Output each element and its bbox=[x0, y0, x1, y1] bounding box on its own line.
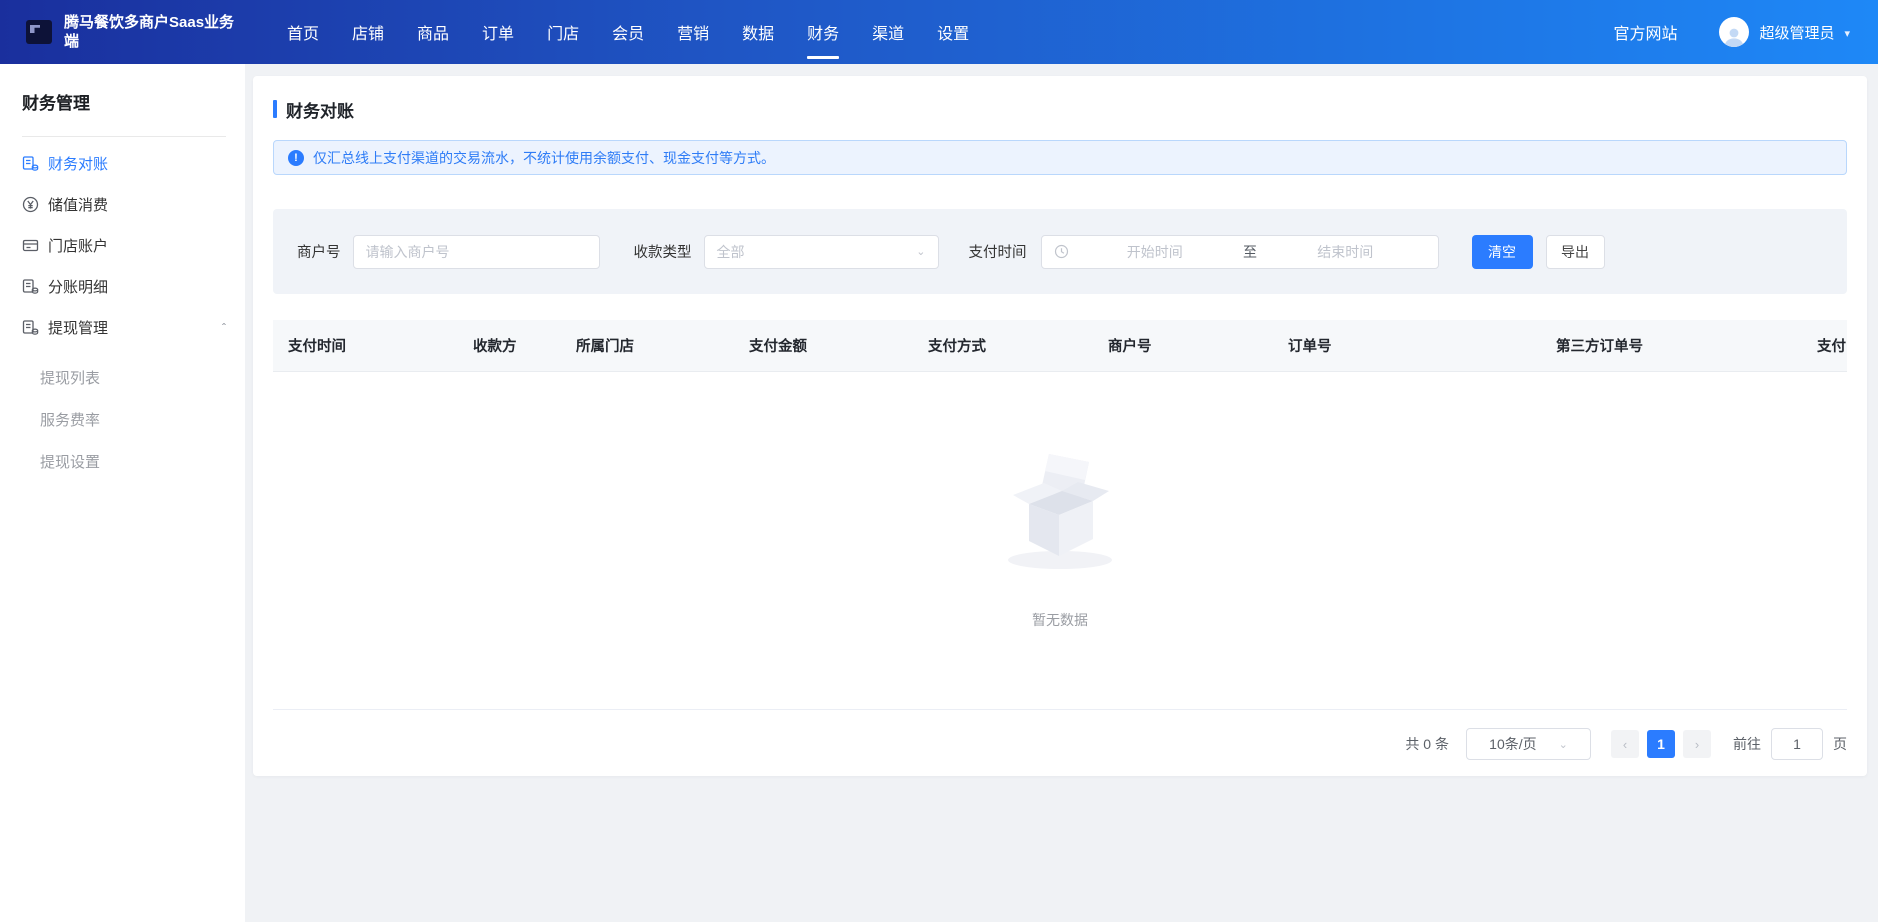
nav-finance[interactable]: 财务 bbox=[807, 0, 839, 64]
nav-settings[interactable]: 设置 bbox=[937, 0, 969, 64]
nav-members[interactable]: 会员 bbox=[612, 0, 644, 64]
clear-button[interactable]: 清空 bbox=[1472, 235, 1533, 269]
sidebar-item-store-account[interactable]: 门店账户 bbox=[22, 225, 245, 266]
sidebar-item-reconciliation[interactable]: 财务对账 bbox=[22, 143, 245, 184]
sidebar-title: 财务管理 bbox=[22, 64, 245, 136]
user-avatar bbox=[1719, 17, 1749, 47]
sidebar-item-label: 储值消费 bbox=[48, 194, 108, 215]
sidebar-item-withdraw-management[interactable]: 提现管理 ˆ bbox=[22, 307, 245, 348]
ledger-icon bbox=[22, 319, 39, 336]
sidebar-subitem-withdraw-list[interactable]: 提现列表 bbox=[40, 356, 135, 398]
payment-type-label: 收款类型 bbox=[634, 241, 692, 262]
sidebar-subitem-withdraw-settings[interactable]: 提现设置 bbox=[40, 440, 135, 482]
sidebar-item-label: 分账明细 bbox=[48, 276, 108, 297]
topbar-right: 官方网站 超级管理员 ▾ bbox=[1613, 17, 1850, 47]
col-merchant-id: 商户号 bbox=[1108, 335, 1288, 356]
start-time-placeholder[interactable]: 开始时间 bbox=[1075, 242, 1236, 262]
ledger-icon bbox=[22, 155, 39, 172]
app-logo bbox=[26, 20, 52, 44]
info-banner-text: 仅汇总线上支付渠道的交易流水，不统计使用余额支付、现金支付等方式。 bbox=[313, 148, 775, 168]
info-icon: ! bbox=[288, 150, 304, 166]
prev-page-button[interactable]: ‹ bbox=[1611, 730, 1639, 758]
yen-circle-icon bbox=[22, 196, 39, 213]
user-name: 超级管理员 bbox=[1759, 22, 1834, 43]
col-truncated: 支付 bbox=[1817, 335, 1847, 356]
goto-page-input[interactable]: 1 bbox=[1771, 728, 1823, 760]
merchant-id-placeholder: 请输入商户号 bbox=[366, 242, 450, 262]
range-separator: 至 bbox=[1235, 242, 1265, 262]
sidebar-menu: 财务对账 储值消费 门店账户 bbox=[22, 137, 245, 482]
page-size-value: 10条/页 bbox=[1489, 734, 1536, 754]
sidebar: 财务管理 财务对账 储值消费 bbox=[0, 64, 245, 922]
nav-orders[interactable]: 订单 bbox=[482, 0, 514, 64]
total-count: 共 0 条 bbox=[1405, 734, 1449, 754]
pay-time-label: 支付时间 bbox=[969, 241, 1027, 262]
col-order-id: 订单号 bbox=[1288, 335, 1556, 356]
user-menu[interactable]: 超级管理员 ▾ bbox=[1719, 17, 1850, 47]
nav-stores[interactable]: 门店 bbox=[547, 0, 579, 64]
nav-marketing[interactable]: 营销 bbox=[677, 0, 709, 64]
empty-box-illustration bbox=[991, 424, 1129, 574]
chevron-down-icon: ⌄ bbox=[1559, 738, 1568, 751]
nav-goods[interactable]: 商品 bbox=[417, 0, 449, 64]
goto-label: 前往 bbox=[1733, 734, 1761, 754]
table-header: 支付时间 收款方 所属门店 支付金额 支付方式 商户号 订单号 第三方订单号 支… bbox=[273, 320, 1847, 372]
top-navbar: 腾马餐饮多商户Saas业务端 首页 店铺 商品 订单 门店 会员 营销 数据 财… bbox=[0, 0, 1878, 64]
pay-time-range-picker[interactable]: 开始时间 至 结束时间 bbox=[1041, 235, 1439, 269]
sidebar-item-split-detail[interactable]: 分账明细 bbox=[22, 266, 245, 307]
current-page-button[interactable]: 1 bbox=[1647, 730, 1675, 758]
nav-channels[interactable]: 渠道 bbox=[872, 0, 904, 64]
content-card: 财务对账 ! 仅汇总线上支付渠道的交易流水，不统计使用余额支付、现金支付等方式。… bbox=[253, 76, 1867, 776]
col-pay-method: 支付方式 bbox=[928, 335, 1108, 356]
empty-text: 暂无数据 bbox=[1032, 610, 1088, 630]
clock-icon bbox=[1054, 244, 1069, 259]
merchant-id-input[interactable]: 请输入商户号 bbox=[353, 235, 600, 269]
ledger-icon bbox=[22, 278, 39, 295]
empty-state: 暂无数据 bbox=[273, 372, 1847, 710]
chevron-down-icon: ▾ bbox=[1844, 27, 1850, 40]
filter-panel: 商户号 请输入商户号 收款类型 全部 ⌄ 支付时间 开始时间 bbox=[273, 209, 1847, 294]
official-site-link[interactable]: 官方网站 bbox=[1613, 20, 1677, 44]
col-store: 所属门店 bbox=[576, 335, 749, 356]
page-size-select[interactable]: 10条/页 ⌄ bbox=[1466, 728, 1591, 760]
nav-shop[interactable]: 店铺 bbox=[352, 0, 384, 64]
chevron-down-icon: ⌄ bbox=[916, 245, 925, 258]
payment-type-select[interactable]: 全部 ⌄ bbox=[704, 235, 939, 269]
sidebar-item-label: 提现管理 bbox=[48, 317, 108, 338]
person-icon bbox=[1722, 25, 1746, 47]
export-button[interactable]: 导出 bbox=[1546, 235, 1605, 269]
page-unit-label: 页 bbox=[1833, 734, 1847, 754]
page-title-row: 财务对账 bbox=[273, 76, 1847, 121]
col-payee: 收款方 bbox=[473, 335, 576, 356]
col-pay-time: 支付时间 bbox=[288, 335, 473, 356]
app-title: 腾马餐饮多商户Saas业务端 bbox=[64, 13, 244, 51]
col-amount: 支付金额 bbox=[749, 335, 928, 356]
pagination: 共 0 条 10条/页 ⌄ ‹ 1 › 前往 1 页 bbox=[273, 710, 1847, 776]
end-time-placeholder[interactable]: 结束时间 bbox=[1265, 242, 1426, 262]
brand: 腾马餐饮多商户Saas业务端 bbox=[26, 13, 276, 51]
chevron-up-icon[interactable]: ˆ bbox=[222, 321, 226, 335]
next-page-button[interactable]: › bbox=[1683, 730, 1711, 758]
nav-data[interactable]: 数据 bbox=[742, 0, 774, 64]
card-icon bbox=[22, 237, 39, 254]
sidebar-item-label: 财务对账 bbox=[48, 153, 108, 174]
title-accent-bar bbox=[273, 100, 277, 118]
main-nav: 首页 店铺 商品 订单 门店 会员 营销 数据 财务 渠道 设置 bbox=[287, 0, 969, 64]
col-third-party-order-id: 第三方订单号 bbox=[1556, 335, 1817, 356]
page-title: 财务对账 bbox=[286, 97, 354, 122]
sidebar-item-stored-value[interactable]: 储值消费 bbox=[22, 184, 245, 225]
sidebar-subitem-service-rate[interactable]: 服务费率 bbox=[40, 398, 135, 440]
withdraw-submenu: 提现列表 服务费率 提现设置 bbox=[22, 348, 202, 482]
info-banner: ! 仅汇总线上支付渠道的交易流水，不统计使用余额支付、现金支付等方式。 bbox=[273, 140, 1847, 175]
sidebar-item-label: 门店账户 bbox=[48, 235, 108, 256]
main-area: 财务对账 ! 仅汇总线上支付渠道的交易流水，不统计使用余额支付、现金支付等方式。… bbox=[245, 64, 1878, 922]
nav-home[interactable]: 首页 bbox=[287, 0, 319, 64]
payment-type-value: 全部 bbox=[717, 242, 745, 262]
merchant-id-label: 商户号 bbox=[297, 241, 341, 262]
